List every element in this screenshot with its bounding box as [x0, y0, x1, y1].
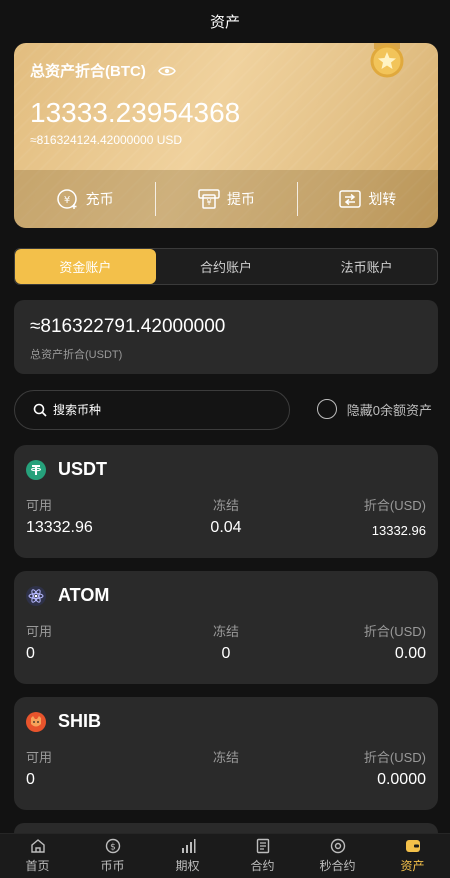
converted-label: 折合(USD)	[363, 624, 426, 639]
deposit-label: 充币	[85, 191, 114, 207]
converted-value: 0.00	[394, 645, 426, 662]
nav-second-contract[interactable]: 秒合约	[300, 834, 375, 878]
nav-home-label: 首页	[25, 859, 50, 873]
nav-contract-label: 合约	[250, 859, 275, 873]
nav-assets[interactable]: 资产	[375, 834, 450, 878]
deposit-button[interactable]: ¥ 充币	[14, 170, 155, 228]
asset-head: ATOM	[26, 585, 109, 606]
hide-zero-label: 隐藏0余额资产	[346, 402, 432, 418]
shib-icon	[26, 711, 46, 732]
converted-label: 折合(USD)	[363, 750, 426, 765]
available-value: 0	[26, 771, 35, 788]
medal-icon	[370, 43, 404, 78]
asset-name: ATOM	[58, 585, 110, 605]
usdt-icon	[26, 459, 46, 480]
deposit-icon: ¥	[56, 189, 77, 209]
search-row: 隐藏0余额资产	[14, 390, 438, 430]
asset-card-usdt[interactable]: USDT 可用 冻结 折合(USD) 13332.96 0.04 13332.9…	[14, 445, 438, 558]
atom-icon	[26, 585, 46, 606]
converted-label: 折合(USD)	[363, 498, 426, 513]
converted-value: 13332.96	[371, 523, 426, 538]
withdraw-button[interactable]: ¥ 提币	[155, 170, 296, 228]
nav-home[interactable]: 首页	[0, 834, 75, 878]
hero-actions: ¥ 充币 ¥ 提币 划转	[14, 170, 438, 228]
tab-funding-account[interactable]: 资金账户	[15, 249, 156, 284]
document-icon	[256, 838, 269, 854]
asset-name: SHIB	[58, 711, 102, 731]
hero-title-row: 总资产折合(BTC)	[30, 60, 176, 81]
withdraw-label: 提币	[226, 191, 255, 207]
chart-bars-icon	[181, 839, 195, 853]
converted-value: 0.0000	[377, 771, 426, 788]
eye-icon[interactable]	[157, 65, 176, 77]
transfer-icon	[339, 190, 362, 208]
nav-spot[interactable]: $ 币币	[75, 834, 150, 878]
wallet-icon	[405, 840, 420, 852]
page-header: 资产	[0, 0, 450, 42]
nav-contract[interactable]: 合约	[225, 834, 300, 878]
usdt-summary-value: ≈816322791.42000000	[30, 316, 226, 337]
svg-text:¥: ¥	[63, 195, 69, 206]
target-icon	[330, 838, 345, 854]
home-icon	[30, 839, 45, 853]
total-assets-card: 总资产折合(BTC) 13333.23954368 ≈816324124.420…	[14, 43, 438, 228]
nav-spot-label: 币币	[100, 859, 125, 873]
asset-name: USDT	[58, 459, 107, 479]
page-title: 资产	[209, 13, 240, 31]
hero-btc-amount: 13333.23954368	[30, 97, 241, 128]
bottom-nav: 首页 $ 币币 期权 合约 秒合约 资产	[0, 833, 450, 878]
transfer-button[interactable]: 划转	[296, 170, 438, 228]
frozen-value: 0	[221, 645, 231, 662]
svg-text:$: $	[110, 843, 116, 853]
usdt-summary-label: 总资产折合(USDT)	[30, 349, 123, 361]
account-tabs: 资金账户 合约账户 法币账户	[14, 248, 438, 285]
hide-zero-radio[interactable]	[316, 399, 337, 419]
tab-contract-account[interactable]: 合约账户	[156, 249, 297, 284]
nav-options[interactable]: 期权	[150, 834, 225, 878]
search-box[interactable]	[14, 390, 290, 430]
transfer-label: 划转	[368, 191, 397, 207]
search-icon	[33, 403, 47, 417]
asset-card-shib[interactable]: SHIB 可用 冻结 折合(USD) 0 0.0000	[14, 697, 438, 810]
svg-text:¥: ¥	[206, 198, 211, 207]
withdraw-icon: ¥	[198, 189, 220, 209]
asset-card-atom[interactable]: ATOM 可用 冻结 折合(USD) 0 0 0.00	[14, 571, 438, 684]
asset-head: USDT	[26, 459, 107, 480]
search-input[interactable]	[53, 403, 253, 417]
hero-usd-amount: ≈816324124.42000000 USD	[30, 133, 183, 147]
asset-head: SHIB	[26, 711, 101, 732]
hero-title: 总资产折合(BTC)	[30, 63, 146, 80]
coin-icon: $	[105, 838, 120, 854]
nav-assets-label: 资产	[400, 859, 425, 873]
tab-fiat-account[interactable]: 法币账户	[296, 249, 437, 284]
hide-zero-toggle[interactable]: 隐藏0余额资产	[316, 399, 432, 419]
nav-options-label: 期权	[175, 859, 200, 873]
nav-second-contract-label: 秒合约	[319, 859, 356, 873]
usdt-summary-card: ≈816322791.42000000 总资产折合(USDT)	[14, 300, 438, 374]
